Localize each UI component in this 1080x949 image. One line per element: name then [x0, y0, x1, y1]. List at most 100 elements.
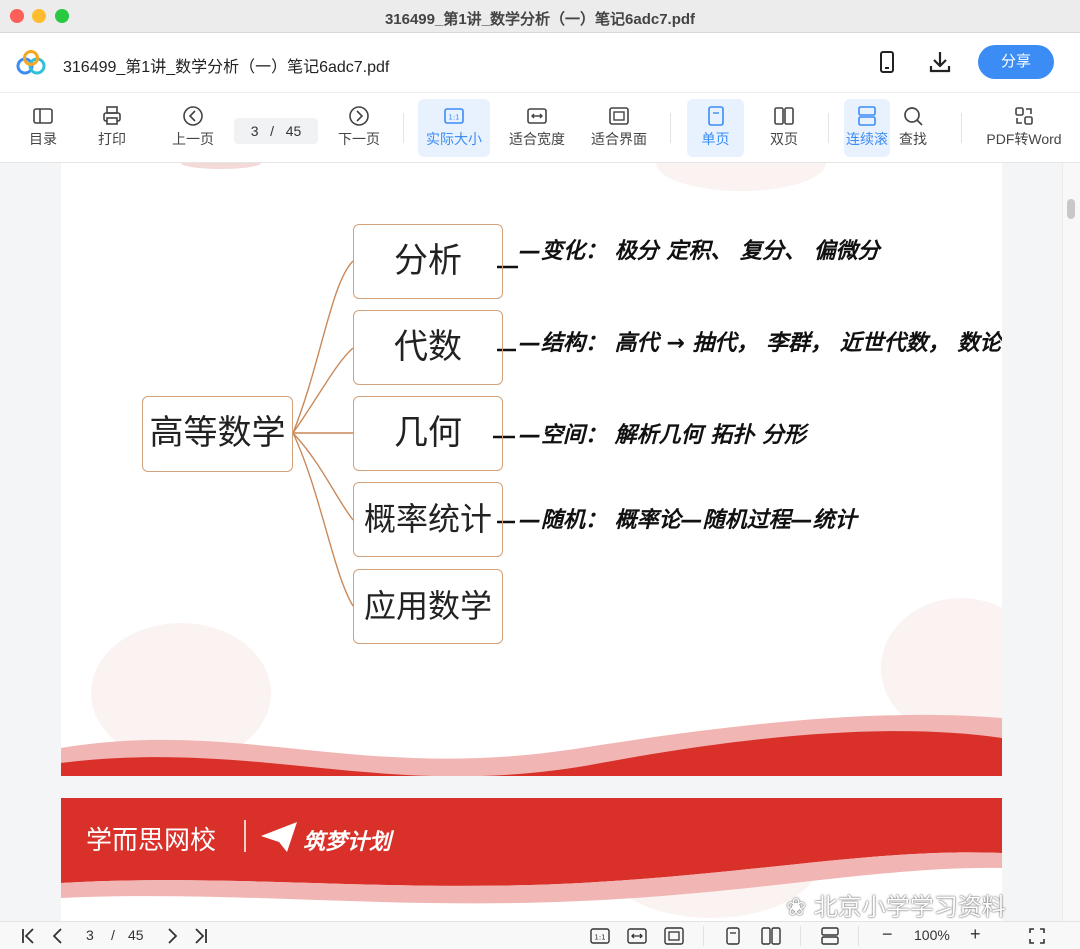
vertical-scrollbar[interactable] — [1062, 163, 1080, 921]
double-page-icon[interactable] — [761, 927, 781, 945]
continuous-scroll-icon[interactable] — [821, 927, 839, 945]
find-label: 查找 — [899, 131, 927, 147]
last-page-icon[interactable] — [191, 927, 209, 945]
page-separator: / — [270, 123, 275, 139]
actual-size-icon[interactable]: 1:1 — [590, 927, 610, 945]
zoom-in-button[interactable]: + — [970, 924, 981, 944]
actual-size-button[interactable]: 1:1 实际大小 — [418, 99, 490, 157]
scrollbar-thumb[interactable] — [1067, 199, 1075, 219]
toolbar-divider — [828, 113, 829, 143]
document-title: 316499_第1讲_数学分析（一）笔记6adc7.pdf — [63, 59, 390, 76]
brand-name: 学而思网校 — [86, 826, 217, 856]
single-page-label: 单页 — [701, 131, 730, 147]
total-pages: 45 — [285, 123, 302, 139]
node-label: 分析 — [394, 241, 462, 281]
double-page-label: 双页 — [770, 131, 798, 147]
chevron-left-circle-icon — [183, 106, 203, 126]
continuous-scroll-label: 连续滚 — [846, 131, 888, 147]
svg-text:1:1: 1:1 — [448, 114, 459, 122]
app-header: 316499_第1讲_数学分析（一）笔记6adc7.pdf 分享 — [0, 33, 1080, 93]
fullscreen-icon[interactable] — [1028, 927, 1046, 945]
mindmap-root-node: 高等数学 — [142, 396, 293, 472]
pdf-viewer[interactable]: 高等数学 分析 代数 几何 概率统计 应用数学 —变化： 极分 定积、 复分、 … — [0, 163, 1080, 921]
handwritten-note: —空间： 解析几何 拓扑 分形 — [519, 423, 806, 448]
continuous-scroll-icon — [858, 106, 876, 126]
pdf-page: 高等数学 分析 代数 几何 概率统计 应用数学 —变化： 极分 定积、 复分、 … — [61, 163, 1002, 776]
statusbar-divider — [800, 926, 801, 946]
toc-button[interactable]: 目录 — [18, 99, 68, 157]
handwritten-note: —变化： 极分 定积、 复分、 偏微分 — [519, 239, 880, 264]
statusbar-divider — [858, 926, 859, 946]
fit-width-icon — [527, 108, 547, 124]
pdf-to-word-label: PDF转Word — [986, 131, 1062, 147]
fit-width-icon[interactable] — [627, 927, 647, 945]
prev-page-icon[interactable] — [50, 927, 66, 945]
toolbar-divider — [403, 113, 404, 143]
download-icon[interactable] — [927, 49, 953, 75]
print-label: 打印 — [98, 131, 126, 147]
mindmap-root-label: 高等数学 — [149, 413, 286, 453]
continuous-scroll-button[interactable]: 连续滚 — [844, 99, 890, 157]
toc-label: 目录 — [29, 131, 57, 147]
single-page-icon — [707, 106, 724, 126]
find-button[interactable]: 查找 — [893, 99, 933, 157]
fit-page-icon — [609, 107, 629, 125]
zoom-out-button[interactable]: − — [882, 924, 893, 944]
mobile-icon[interactable] — [874, 49, 900, 75]
double-page-icon — [774, 107, 794, 125]
next-page-label: 下一页 — [338, 131, 380, 147]
share-button[interactable]: 分享 — [978, 45, 1054, 79]
node-label: 应用数学 — [363, 587, 492, 625]
pdf-toolbar: 目录 打印 上一页 3 / 45 下一页 1:1 实际大小 适合宽度 适合界面 … — [0, 93, 1080, 163]
window-titlebar: 316499_第1讲_数学分析（一）笔记6adc7.pdf — [0, 0, 1080, 33]
window-title: 316499_第1讲_数学分析（一）笔记6adc7.pdf — [384, 11, 696, 28]
next-page-button[interactable]: 下一页 — [330, 99, 388, 157]
page-number-field[interactable]: 3 / 45 — [234, 118, 318, 144]
single-page-button[interactable]: 单页 — [687, 99, 744, 157]
mindmap-node-probability: 概率统计 — [353, 482, 503, 557]
double-page-button[interactable]: 双页 — [758, 99, 810, 157]
prev-page-button[interactable]: 上一页 — [164, 99, 222, 157]
first-page-icon[interactable] — [20, 927, 38, 945]
handwritten-note: —随机： 概率论—随机过程—统计 — [519, 508, 857, 533]
wechat-watermark: ❀ 北京小学学习资料 — [786, 887, 1006, 922]
next-page-icon[interactable] — [164, 927, 180, 945]
node-label: 几何 — [394, 413, 462, 453]
mindmap-node-analysis: 分析 — [353, 224, 503, 299]
print-button[interactable]: 打印 — [88, 99, 136, 157]
current-page: 3 — [250, 123, 259, 139]
toc-icon — [33, 108, 53, 124]
fit-width-label: 适合宽度 — [509, 131, 565, 147]
baidu-netdisk-logo-icon — [16, 50, 46, 75]
handwritten-note: —结构： 高代 → 抽代， 李群， 近世代数， 数论 — [519, 331, 1002, 356]
prev-page-label: 上一页 — [172, 131, 214, 147]
brand-slogan: 筑梦计划 — [303, 830, 392, 855]
status-page-separator: / — [111, 927, 115, 943]
pdf-to-word-button[interactable]: PDF转Word — [982, 99, 1066, 157]
fit-width-button[interactable]: 适合宽度 — [504, 99, 570, 157]
status-total-pages: 45 — [128, 927, 144, 943]
printer-icon — [103, 106, 121, 125]
fit-page-icon[interactable] — [664, 927, 684, 945]
chevron-right-circle-icon — [349, 106, 369, 126]
toolbar-divider — [670, 113, 671, 143]
zoom-level: 100% — [914, 927, 950, 943]
svg-text:1:1: 1:1 — [594, 934, 605, 942]
node-label: 概率统计 — [363, 500, 492, 538]
status-bar: 3 / 45 1:1 − 100% + — [0, 921, 1080, 949]
actual-size-label: 实际大小 — [426, 131, 482, 147]
watermark-text: 北京小学学习资料 — [813, 893, 1006, 921]
status-current-page[interactable]: 3 — [86, 927, 94, 945]
single-page-icon[interactable] — [725, 927, 741, 945]
search-icon — [904, 107, 923, 126]
toolbar-divider — [961, 113, 962, 143]
fit-page-label: 适合界面 — [591, 131, 647, 147]
actual-size-icon: 1:1 — [444, 108, 464, 124]
statusbar-divider — [703, 926, 704, 946]
node-label: 代数 — [394, 327, 462, 367]
fit-page-button[interactable]: 适合界面 — [586, 99, 652, 157]
mindmap-node-geometry: 几何 — [353, 396, 503, 471]
convert-icon — [1015, 107, 1033, 125]
mindmap-node-algebra: 代数 — [353, 310, 503, 385]
wechat-icon: ❀ — [786, 893, 807, 921]
